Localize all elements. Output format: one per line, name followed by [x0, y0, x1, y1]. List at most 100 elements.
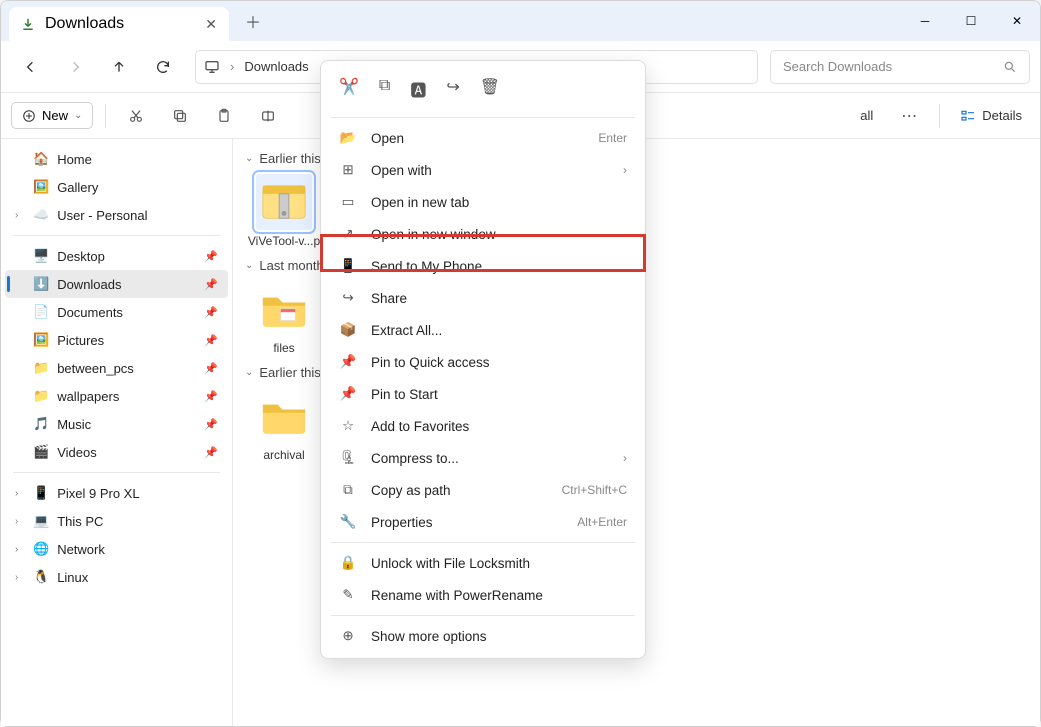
ctx-pin-start[interactable]: 📌Pin to Start — [321, 378, 645, 410]
close-tab-icon[interactable]: ✕ — [205, 16, 217, 33]
network-icon: 🌐 — [33, 541, 49, 557]
videos-icon: 🎬 — [33, 444, 49, 460]
chevron-right-icon[interactable]: › — [15, 544, 25, 555]
delete-icon[interactable]: 🗑 — [480, 77, 500, 101]
ctx-properties[interactable]: 🔧PropertiesAlt+Enter — [321, 506, 645, 538]
forward-button[interactable] — [55, 49, 95, 85]
window-controls: ─ ☐ ✕ — [902, 1, 1040, 41]
details-view-button[interactable]: Details — [952, 104, 1030, 128]
extract-icon: 📦 — [339, 322, 357, 338]
documents-icon: 📄 — [33, 304, 49, 320]
search-icon — [1003, 60, 1017, 74]
context-quick-actions: ✂️ ⧉ 🅰 ↪ 🗑 — [321, 67, 645, 113]
ctx-copy-path[interactable]: ⧉Copy as pathCtrl+Shift+C — [321, 474, 645, 506]
chevron-right-icon[interactable]: › — [15, 516, 25, 527]
ctx-send-to-phone[interactable]: 📱Send to My Phone — [321, 250, 645, 282]
copy-path-icon: ⧉ — [339, 482, 357, 498]
folder-open-icon: 📂 — [339, 130, 357, 146]
monitor-icon — [204, 59, 220, 75]
sidebar-item-pixel[interactable]: ›📱Pixel 9 Pro XL — [5, 479, 228, 507]
search-input[interactable]: Search Downloads — [770, 50, 1030, 84]
pin-icon: 📌 — [204, 362, 218, 375]
titlebar: Downloads ✕ ＋ ─ ☐ ✕ — [1, 1, 1040, 41]
open-with-icon: ⊞ — [339, 162, 357, 178]
home-icon: 🏠 — [33, 151, 49, 167]
new-button[interactable]: New ⌄ — [11, 102, 93, 129]
minimize-button[interactable]: ─ — [902, 1, 948, 41]
close-window-button[interactable]: ✕ — [994, 1, 1040, 41]
select-all-label[interactable]: all — [860, 108, 873, 123]
ctx-open-new-window[interactable]: ↗Open in new window — [321, 218, 645, 250]
sidebar-item-linux[interactable]: ›🐧Linux — [5, 563, 228, 591]
copy-button[interactable] — [162, 100, 198, 132]
rename-icon[interactable]: 🅰 — [410, 77, 426, 101]
sidebar-item-music[interactable]: 🎵Music📌 — [5, 410, 228, 438]
sidebar-item-videos[interactable]: 🎬Videos📌 — [5, 438, 228, 466]
sidebar-item-thispc[interactable]: ›💻This PC — [5, 507, 228, 535]
sidebar: 🏠Home 🖼️Gallery ›☁️User - Personal 🖥️Des… — [1, 139, 233, 726]
ctx-extract-all[interactable]: 📦Extract All... — [321, 314, 645, 346]
file-label: ViVeTool-v...p — [248, 234, 320, 248]
external-icon: ↗ — [339, 226, 357, 242]
ctx-pin-quick[interactable]: 📌Pin to Quick access — [321, 346, 645, 378]
music-icon: 🎵 — [33, 416, 49, 432]
sidebar-item-home[interactable]: 🏠Home — [5, 145, 228, 173]
ctx-favorite[interactable]: ☆Add to Favorites — [321, 410, 645, 442]
pin-icon: 📌 — [204, 446, 218, 459]
chevron-right-icon[interactable]: › — [15, 488, 25, 499]
ctx-open-with[interactable]: ⊞Open with› — [321, 154, 645, 186]
file-vivetool-zip[interactable]: ViVeTool-v...p — [245, 174, 323, 248]
chevron-right-icon: › — [623, 163, 627, 177]
ctx-power-rename[interactable]: ✎Rename with PowerRename — [321, 579, 645, 611]
pin-icon: 📌 — [339, 354, 357, 370]
chevron-right-icon[interactable]: › — [15, 210, 25, 221]
linux-icon: 🐧 — [33, 569, 49, 585]
ctx-open[interactable]: 📂OpenEnter — [321, 122, 645, 154]
tab-downloads[interactable]: Downloads ✕ — [9, 7, 229, 41]
download-arrow-icon — [21, 17, 35, 31]
sidebar-item-downloads[interactable]: ⬇️Downloads📌 — [5, 270, 228, 298]
more-button[interactable]: ⋯ — [891, 100, 927, 132]
sidebar-item-between[interactable]: 📁between_pcs📌 — [5, 354, 228, 382]
context-menu: ✂️ ⧉ 🅰 ↪ 🗑 📂OpenEnter ⊞Open with› ▭Open … — [320, 60, 646, 659]
folder-icon — [256, 388, 312, 444]
sidebar-item-desktop[interactable]: 🖥️Desktop📌 — [5, 242, 228, 270]
rename-icon: ✎ — [339, 587, 357, 603]
ctx-share[interactable]: ↪Share — [321, 282, 645, 314]
folder-files[interactable]: files — [245, 281, 323, 355]
paste-button[interactable] — [206, 100, 242, 132]
sidebar-item-gallery[interactable]: 🖼️Gallery — [5, 173, 228, 201]
refresh-button[interactable] — [143, 49, 183, 85]
chevron-right-icon[interactable]: › — [15, 572, 25, 583]
search-placeholder: Search Downloads — [783, 59, 892, 74]
chevron-down-icon: ⌄ — [245, 260, 253, 271]
sidebar-item-user[interactable]: ›☁️User - Personal — [5, 201, 228, 229]
maximize-button[interactable]: ☐ — [948, 1, 994, 41]
sidebar-item-pictures[interactable]: 🖼️Pictures📌 — [5, 326, 228, 354]
onedrive-icon: ☁️ — [33, 207, 49, 223]
chevron-down-icon: ⌄ — [245, 153, 253, 164]
up-button[interactable] — [99, 49, 139, 85]
cut-button[interactable] — [118, 100, 154, 132]
more-icon: ⊕ — [339, 628, 357, 644]
ctx-compress[interactable]: 🗜Compress to...› — [321, 442, 645, 474]
ctx-open-new-tab[interactable]: ▭Open in new tab — [321, 186, 645, 218]
chevron-down-icon: ⌄ — [245, 367, 253, 378]
cut-icon[interactable]: ✂️ — [339, 77, 359, 101]
rename-button[interactable] — [250, 100, 286, 132]
folder-archival[interactable]: archival — [245, 388, 323, 462]
sidebar-item-network[interactable]: ›🌐Network — [5, 535, 228, 563]
chevron-right-icon: › — [623, 451, 627, 465]
share-icon[interactable]: ↪ — [446, 77, 459, 101]
ctx-unlock[interactable]: 🔒Unlock with File Locksmith — [321, 547, 645, 579]
folder-icon: 📁 — [33, 388, 49, 404]
copy-icon[interactable]: ⧉ — [379, 77, 390, 101]
details-label: Details — [982, 108, 1022, 123]
ctx-show-more[interactable]: ⊕Show more options — [321, 620, 645, 652]
back-button[interactable] — [11, 49, 51, 85]
breadcrumb[interactable]: Downloads — [244, 59, 308, 74]
sidebar-item-documents[interactable]: 📄Documents📌 — [5, 298, 228, 326]
star-icon: ☆ — [339, 418, 357, 434]
sidebar-item-wallpapers[interactable]: 📁wallpapers📌 — [5, 382, 228, 410]
new-tab-button[interactable]: ＋ — [237, 5, 269, 37]
